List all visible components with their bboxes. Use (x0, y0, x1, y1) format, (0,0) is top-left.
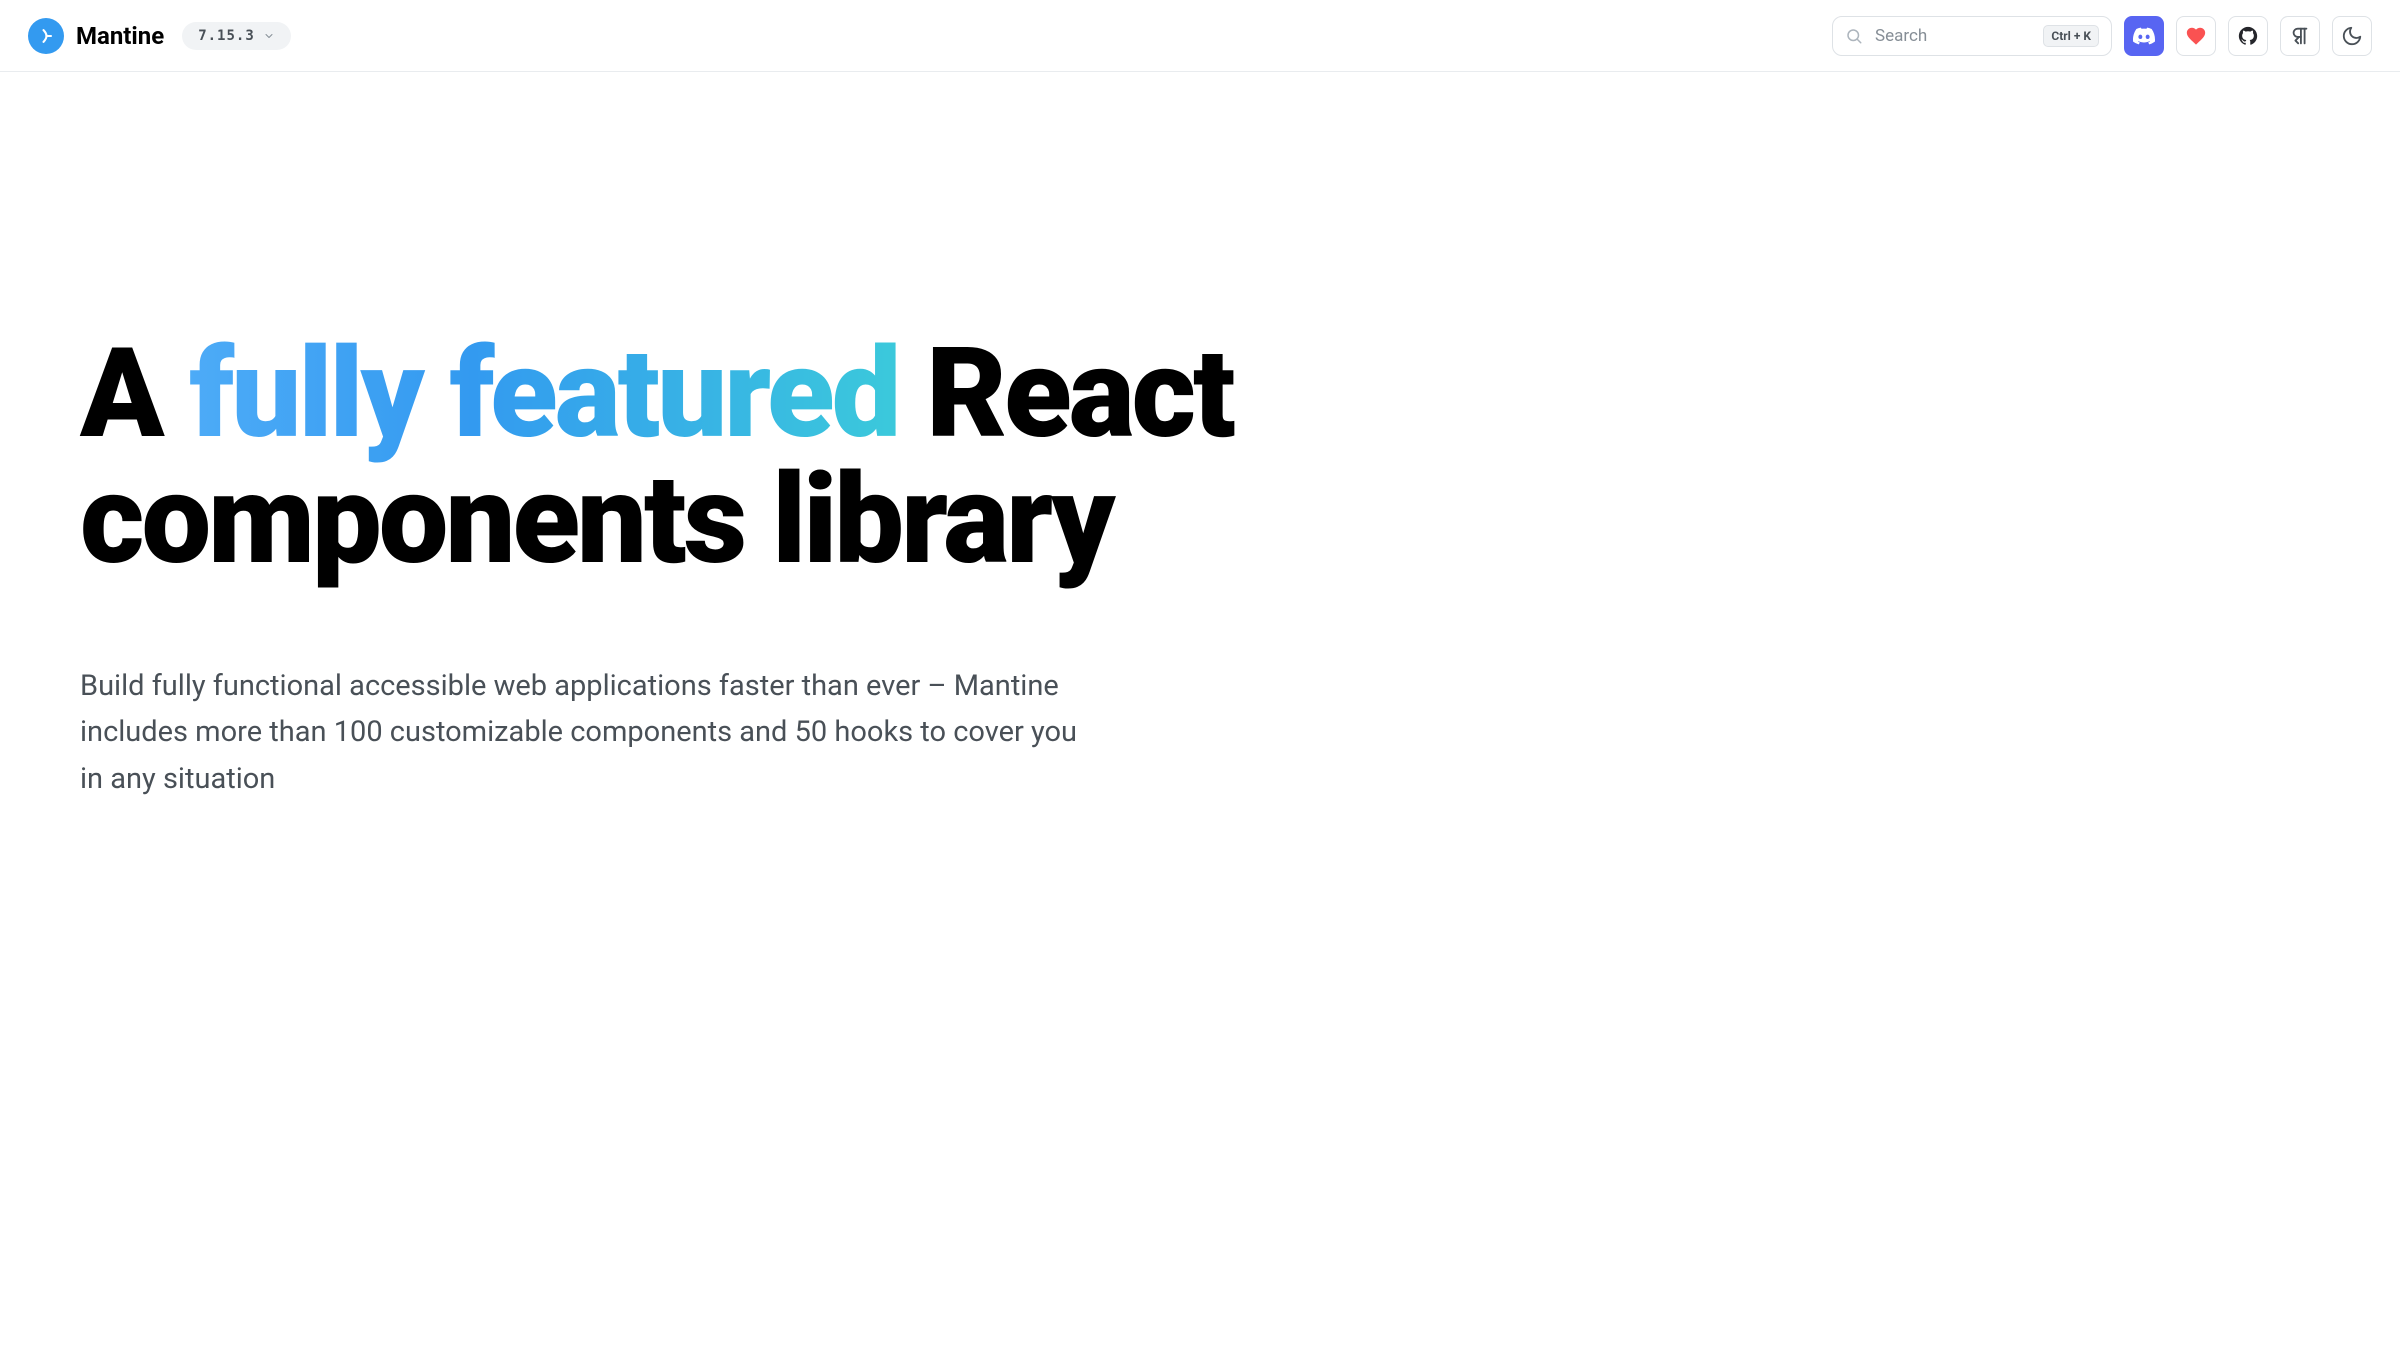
hero-section: A fully featured React components librar… (0, 72, 1460, 802)
discord-icon (2133, 25, 2155, 47)
search-placeholder: Search (1875, 26, 2031, 46)
site-header: Mantine 7.15.3 Search Ctrl + K (0, 0, 2400, 72)
sponsor-button[interactable] (2176, 16, 2216, 56)
github-icon (2237, 25, 2259, 47)
theme-toggle-button[interactable] (2332, 16, 2372, 56)
header-right: Search Ctrl + K (1832, 16, 2372, 56)
search-shortcut: Ctrl + K (2043, 25, 2099, 47)
heart-icon (2185, 25, 2207, 47)
brand-logo-link[interactable]: Mantine (28, 18, 164, 54)
hero-title: A fully featured React components librar… (80, 332, 1380, 585)
pilcrow-rtl-icon (2289, 25, 2311, 47)
hero-title-pre: A (80, 322, 189, 467)
chevron-down-icon (263, 30, 275, 42)
moon-icon (2341, 25, 2363, 47)
text-direction-button[interactable] (2280, 16, 2320, 56)
search-input[interactable]: Search Ctrl + K (1832, 16, 2112, 56)
header-left: Mantine 7.15.3 (28, 18, 291, 54)
version-text: 7.15.3 (198, 28, 255, 44)
discord-button[interactable] (2124, 16, 2164, 56)
github-button[interactable] (2228, 16, 2268, 56)
brand-name: Mantine (76, 22, 164, 50)
hero-subtitle: Build fully functional accessible web ap… (80, 663, 1080, 802)
hero-title-highlight: fully featured (189, 322, 898, 467)
brand-mark-icon (28, 18, 64, 54)
search-icon (1845, 27, 1863, 45)
version-selector[interactable]: 7.15.3 (182, 22, 291, 50)
